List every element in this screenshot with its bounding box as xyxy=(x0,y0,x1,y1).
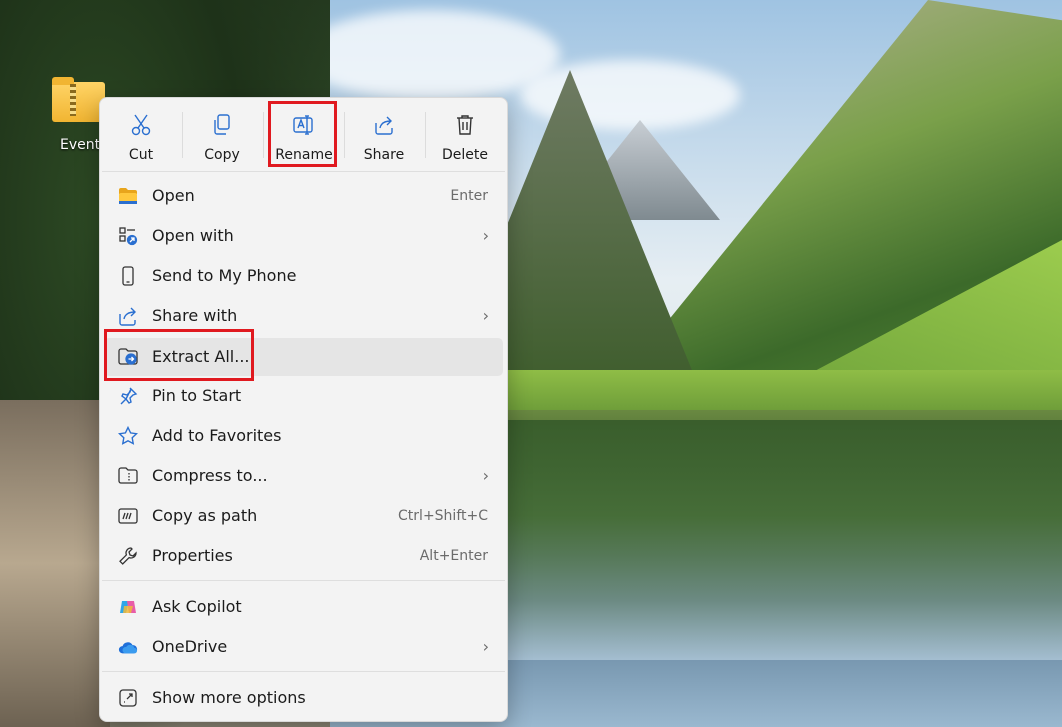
menu-separator xyxy=(102,580,505,581)
wallpaper-rocks xyxy=(0,400,110,727)
menu-item-onedrive[interactable]: OneDrive › xyxy=(104,628,503,666)
wrench-icon xyxy=(118,546,138,566)
delete-button[interactable]: Delete xyxy=(426,103,504,165)
menu-item-label: Compress to... xyxy=(152,466,268,485)
chevron-right-icon: › xyxy=(482,306,489,325)
copy-path-icon xyxy=(118,506,138,526)
wallpaper-reflection xyxy=(500,420,1062,660)
share-label: Share xyxy=(363,147,405,163)
quick-action-bar: Cut Copy Rename Share Delete xyxy=(100,98,507,170)
menu-item-label: Show more options xyxy=(152,688,306,707)
shortcut-text: Ctrl+Shift+C xyxy=(398,508,488,524)
copy-icon xyxy=(183,113,261,137)
menu-item-show-more-options[interactable]: Show more options xyxy=(104,679,503,717)
extract-icon xyxy=(118,347,138,367)
menu-item-send-to-phone[interactable]: Send to My Phone xyxy=(104,257,503,295)
share-button[interactable]: Share xyxy=(345,103,423,165)
menu-item-label: Extract All... xyxy=(152,347,250,366)
rename-button[interactable]: Rename xyxy=(265,103,343,165)
menu-item-label: Copy as path xyxy=(152,506,258,525)
menu-item-share-with[interactable]: Share with › xyxy=(104,297,503,335)
menu-item-copy-as-path[interactable]: Copy as path Ctrl+Shift+C xyxy=(104,497,503,535)
compress-icon xyxy=(118,466,138,486)
folder-icon xyxy=(118,186,138,206)
menu-separator xyxy=(102,671,505,672)
open-with-icon xyxy=(118,226,138,246)
share-icon xyxy=(345,113,423,137)
more-options-icon xyxy=(118,688,138,708)
copy-button[interactable]: Copy xyxy=(183,103,261,165)
shortcut-text: Alt+Enter xyxy=(419,548,488,564)
menu-item-open-with[interactable]: Open with › xyxy=(104,217,503,255)
menu-item-pin-to-start[interactable]: Pin to Start xyxy=(104,377,503,415)
copy-label: Copy xyxy=(204,147,240,163)
menu-item-label: Properties xyxy=(152,546,233,565)
menu-item-label: Share with xyxy=(152,306,238,325)
shortcut-text: Enter xyxy=(450,188,488,204)
share-with-icon xyxy=(118,306,138,326)
menu-item-properties[interactable]: Properties Alt+Enter xyxy=(104,537,503,575)
copilot-icon xyxy=(118,597,138,617)
menu-item-label: Send to My Phone xyxy=(152,266,297,285)
quick-separator xyxy=(263,112,264,158)
wallpaper-cloud xyxy=(300,10,560,100)
menu-item-compress-to[interactable]: Compress to... › xyxy=(104,457,503,495)
rename-icon xyxy=(265,113,343,137)
menu-separator xyxy=(102,171,505,172)
desktop-icon-label: Event xyxy=(60,137,101,153)
menu-item-label: Open with xyxy=(152,226,234,245)
chevron-right-icon: › xyxy=(482,466,489,485)
phone-icon xyxy=(118,266,138,286)
rename-label: Rename xyxy=(275,147,333,163)
chevron-right-icon: › xyxy=(482,637,489,656)
trash-icon xyxy=(426,113,504,137)
wallpaper-shore xyxy=(500,370,1062,410)
pin-icon xyxy=(118,386,138,406)
menu-item-label: OneDrive xyxy=(152,637,228,656)
context-menu: Cut Copy Rename Share Delete Open Enter … xyxy=(99,97,508,722)
menu-item-add-to-favorites[interactable]: Add to Favorites xyxy=(104,417,503,455)
menu-item-label: Ask Copilot xyxy=(152,597,242,616)
menu-item-label: Add to Favorites xyxy=(152,426,282,445)
zip-folder-icon xyxy=(52,77,105,122)
star-icon xyxy=(118,426,138,446)
chevron-right-icon: › xyxy=(482,226,489,245)
delete-label: Delete xyxy=(442,147,488,163)
menu-item-label: Pin to Start xyxy=(152,386,242,405)
menu-item-open[interactable]: Open Enter xyxy=(104,177,503,215)
scissors-icon xyxy=(102,113,180,137)
cloud-icon xyxy=(118,637,138,657)
cut-button[interactable]: Cut xyxy=(102,103,180,165)
menu-item-extract-all[interactable]: Extract All... xyxy=(104,338,503,376)
cut-label: Cut xyxy=(128,147,154,163)
menu-item-label: Open xyxy=(152,186,195,205)
menu-item-ask-copilot[interactable]: Ask Copilot xyxy=(104,588,503,626)
